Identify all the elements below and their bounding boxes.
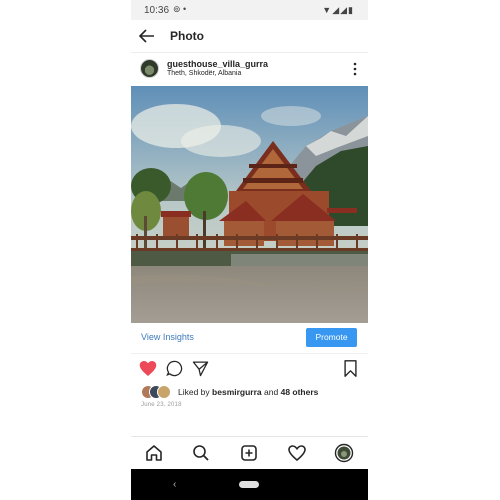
likes-joiner: and (264, 387, 279, 397)
phone-screen: 10:36 ⊚ • ▼◢◢▮ Photo guesthouse_villa_gu… (131, 0, 368, 500)
profile-avatar[interactable] (334, 443, 354, 463)
likes-row: Liked by besmirgurra and 48 others (131, 384, 368, 400)
status-bar: 10:36 ⊚ • ▼◢◢▮ (131, 0, 368, 20)
system-icons: ▼◢◢▮ (322, 5, 354, 15)
post-header: guesthouse_villa_gurra Theth, Shkodër, A… (131, 52, 368, 86)
likes-others[interactable]: 48 others (281, 387, 319, 397)
page-title: Photo (170, 29, 204, 43)
promote-button[interactable]: Promote (306, 328, 357, 347)
divider (131, 353, 368, 354)
heart-icon[interactable] (287, 443, 307, 463)
like-heart-icon[interactable] (139, 360, 157, 377)
view-insights-link[interactable]: View Insights (141, 332, 194, 342)
post-actions (131, 356, 368, 382)
system-navigation-bar: ‹ (131, 469, 368, 500)
status-time: 10:36 (144, 5, 170, 16)
likes-prefix: Liked by (178, 387, 210, 397)
insights-row: View Insights Promote (131, 323, 368, 353)
liker-avatar (157, 385, 171, 399)
post-photo[interactable] (131, 86, 368, 323)
post-date: June 23, 2018 (141, 402, 182, 408)
avatar[interactable] (140, 59, 159, 78)
post-location[interactable]: Theth, Shkodër, Albania (167, 70, 241, 77)
app-bar: Photo (131, 20, 368, 53)
likes-user[interactable]: besmirgurra (212, 387, 262, 397)
home-icon[interactable] (144, 443, 164, 463)
back-arrow-icon[interactable] (137, 26, 157, 46)
system-back-icon[interactable]: ‹ (173, 479, 176, 490)
search-icon[interactable] (191, 443, 211, 463)
likes-text[interactable]: Liked by besmirgurra and 48 others (178, 387, 318, 397)
more-options-icon[interactable] (352, 61, 358, 77)
bottom-nav (131, 436, 368, 469)
share-icon[interactable] (192, 360, 209, 377)
system-home-pill[interactable] (239, 481, 259, 488)
comment-icon[interactable] (166, 360, 183, 377)
add-icon[interactable] (239, 443, 259, 463)
post-username[interactable]: guesthouse_villa_gurra (167, 59, 268, 69)
notification-icons: ⊚ • (173, 4, 187, 14)
liker-avatars[interactable] (141, 385, 175, 399)
bookmark-icon[interactable] (343, 360, 358, 377)
